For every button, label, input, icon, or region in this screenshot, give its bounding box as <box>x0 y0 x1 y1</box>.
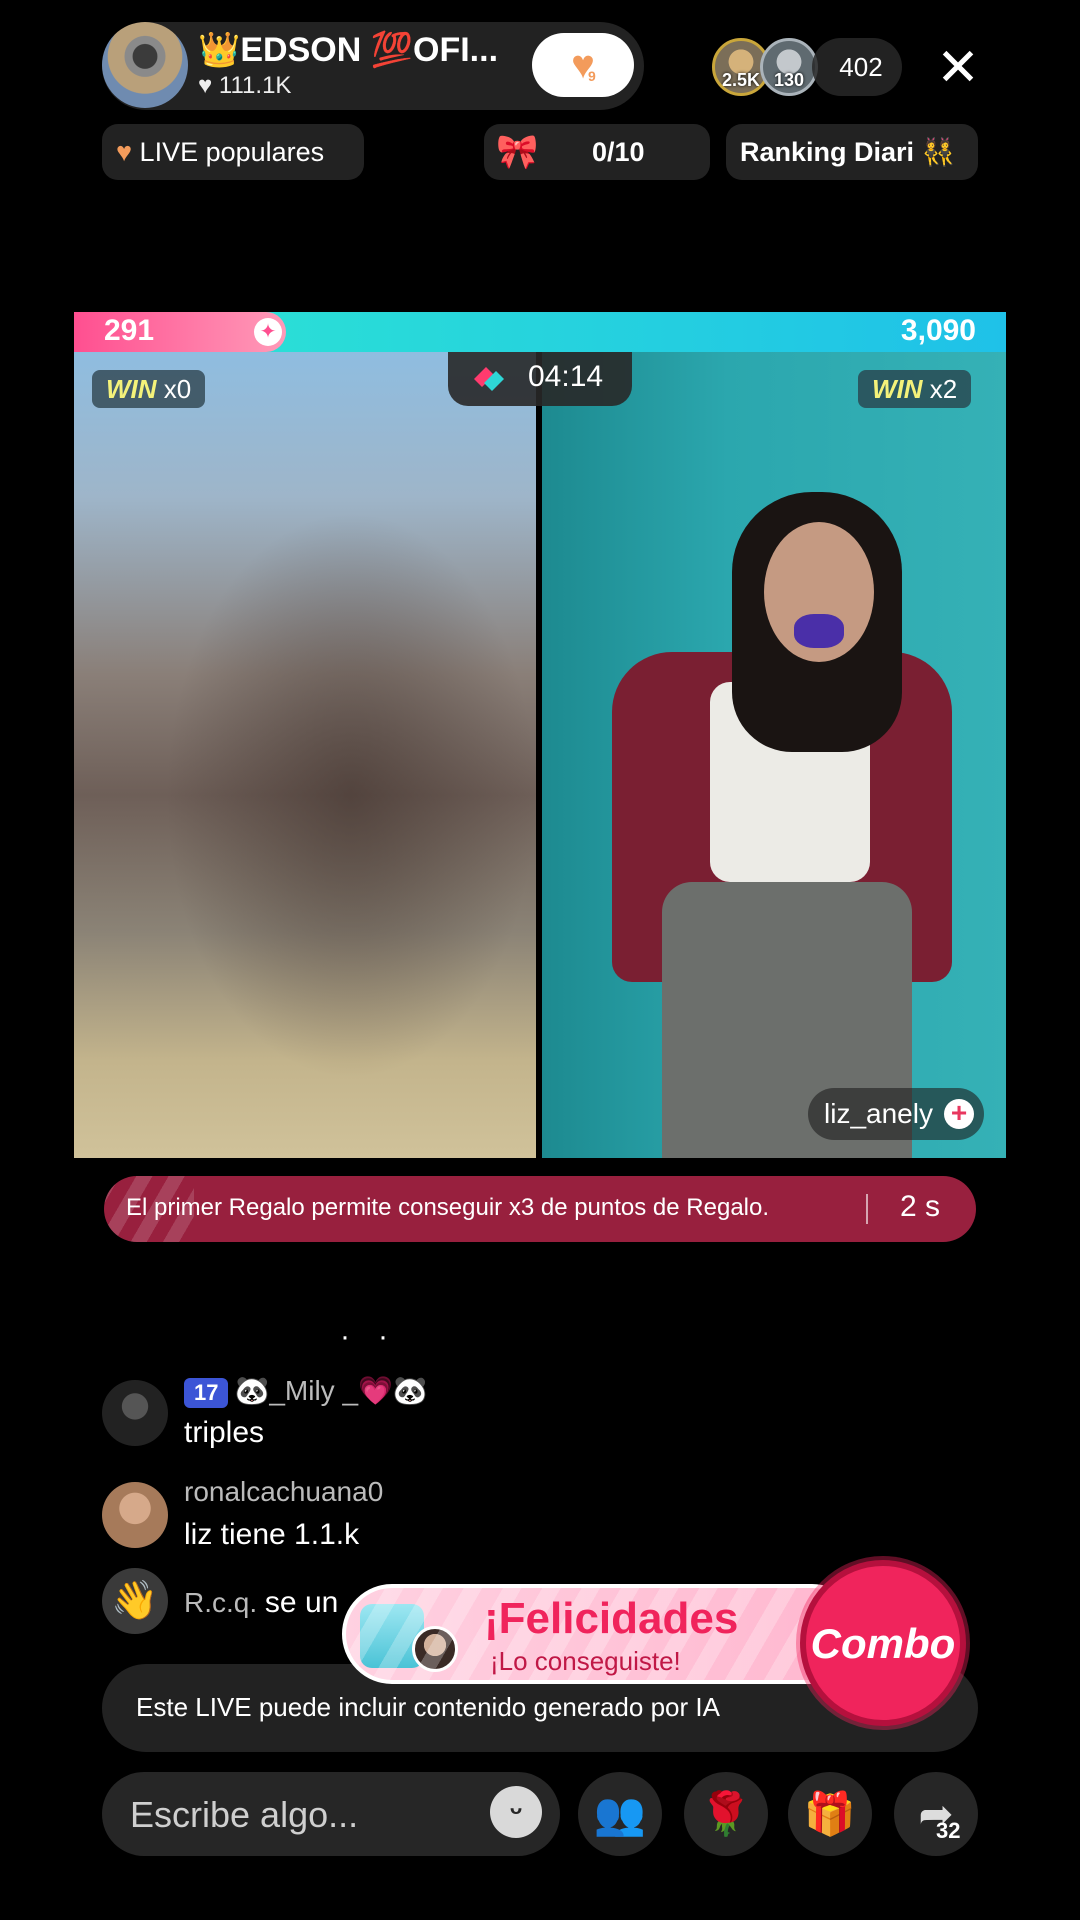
ai-notice-text: Este LIVE puede incluir contenido genera… <box>136 1692 720 1722</box>
chat-avatar[interactable] <box>102 1482 168 1548</box>
banner-text: El primer Regalo permite conseguir x3 de… <box>126 1194 770 1221</box>
chat-message: se un <box>264 1586 339 1619</box>
congrats-subtitle: ¡Lo conseguiste! <box>490 1646 681 1676</box>
left-video-pane[interactable] <box>74 352 536 1158</box>
gift-multiplier-banner: El primer Regalo permite conseguir x3 de… <box>104 1176 976 1242</box>
left-win-count: x0 <box>163 374 192 404</box>
chat-message: triples <box>184 1416 265 1449</box>
congrats-avatar <box>412 1626 458 1672</box>
follow-button[interactable]: ♥ <box>532 33 634 97</box>
left-score: 291 <box>104 314 155 347</box>
host-likes: ♥ 111.1K <box>198 72 292 99</box>
bow-icon: 🎀 <box>496 133 539 171</box>
live-popular-chip[interactable]: ♥ LIVE populares <box>102 124 364 180</box>
chat-username[interactable]: R.c.q. se un <box>184 1586 338 1620</box>
gift-thumbnail <box>360 1604 424 1668</box>
chat-username-text: 🐼_Mily _💗🐼 <box>234 1375 428 1406</box>
left-win-word: WIN <box>106 374 157 404</box>
right-score: 3,090 <box>900 314 976 347</box>
right-win-word: WIN <box>872 374 923 404</box>
right-win-count: x2 <box>929 374 958 404</box>
follow-plus-icon[interactable]: + <box>944 1099 974 1129</box>
banner-countdown: 2 s <box>900 1190 941 1223</box>
comment-input[interactable]: Escribe algo... ᵕ <box>102 1772 560 1856</box>
left-win-tag: WIN x0 <box>92 370 206 408</box>
opponent-name: liz_anely <box>824 1098 933 1129</box>
chat-username[interactable]: ronalcachuana0 <box>184 1476 383 1508</box>
battle-timer: 04:14 <box>448 352 632 406</box>
ranking-chip[interactable]: Ranking Diari 👯 <box>726 124 978 180</box>
host-avatar[interactable] <box>102 22 188 108</box>
viewer-count[interactable]: 402 <box>812 38 902 96</box>
trophy-icon: 👯 <box>921 137 956 167</box>
chat-username-text: R.c.q. <box>184 1587 258 1618</box>
chat-message: liz tiene 1.1.k <box>184 1518 360 1551</box>
share-count: 32 <box>936 1818 961 1843</box>
top-viewer-badge-2: 130 <box>773 70 805 90</box>
combo-label: Combo <box>810 1620 956 1667</box>
loading-dots: ·· <box>340 1320 416 1353</box>
battle-score-bar: 291 ✦ 3,090 <box>74 312 1006 352</box>
ranking-label: Ranking Diari <box>740 137 915 167</box>
close-icon[interactable]: ✕ <box>930 40 986 96</box>
congrats-title: ¡Felicidades <box>484 1594 739 1643</box>
battle-icon <box>474 367 504 391</box>
streamer-mouth <box>794 614 844 648</box>
congrats-popup: ¡Felicidades ¡Lo conseguiste! <box>342 1584 862 1684</box>
level-badge: 17 <box>184 1377 229 1408</box>
live-popular-label: LIVE populares <box>139 137 325 167</box>
battle-timer-text: 04:14 <box>528 360 604 393</box>
gift-goal-chip[interactable]: 🎀 0/10 <box>484 124 710 180</box>
chat-username[interactable]: 17 🐼_Mily _💗🐼 <box>184 1374 428 1408</box>
gift-goal-progress: 0/10 <box>592 137 645 167</box>
banner-separator <box>866 1194 868 1224</box>
right-win-tag: WIN x2 <box>858 370 972 408</box>
wave-hand-icon: 👋 <box>102 1568 168 1634</box>
emoji-icon[interactable]: ᵕ <box>490 1786 542 1838</box>
host-likes-count: 111.1K <box>218 72 292 99</box>
comment-placeholder: Escribe algo... <box>130 1794 359 1835</box>
guests-icon[interactable]: 👥 <box>578 1772 662 1856</box>
opponent-pill[interactable]: liz_anely + <box>808 1088 984 1140</box>
combo-button[interactable]: Combo <box>800 1560 966 1726</box>
broken-heart-icon: ♥ <box>116 137 133 167</box>
rose-icon[interactable]: 🌹 <box>684 1772 768 1856</box>
follow-count: 9 <box>588 68 596 84</box>
spark-icon: ✦ <box>254 318 282 346</box>
right-video-pane[interactable] <box>542 352 1006 1158</box>
chat-avatar[interactable] <box>102 1380 168 1446</box>
top-viewer-avatar-2[interactable]: 130 <box>760 38 818 96</box>
host-name[interactable]: 👑EDSON 💯OFI... <box>198 30 498 70</box>
top-viewer-badge-1: 2.5K <box>721 70 761 90</box>
gift-icon[interactable]: 🎁 <box>788 1772 872 1856</box>
